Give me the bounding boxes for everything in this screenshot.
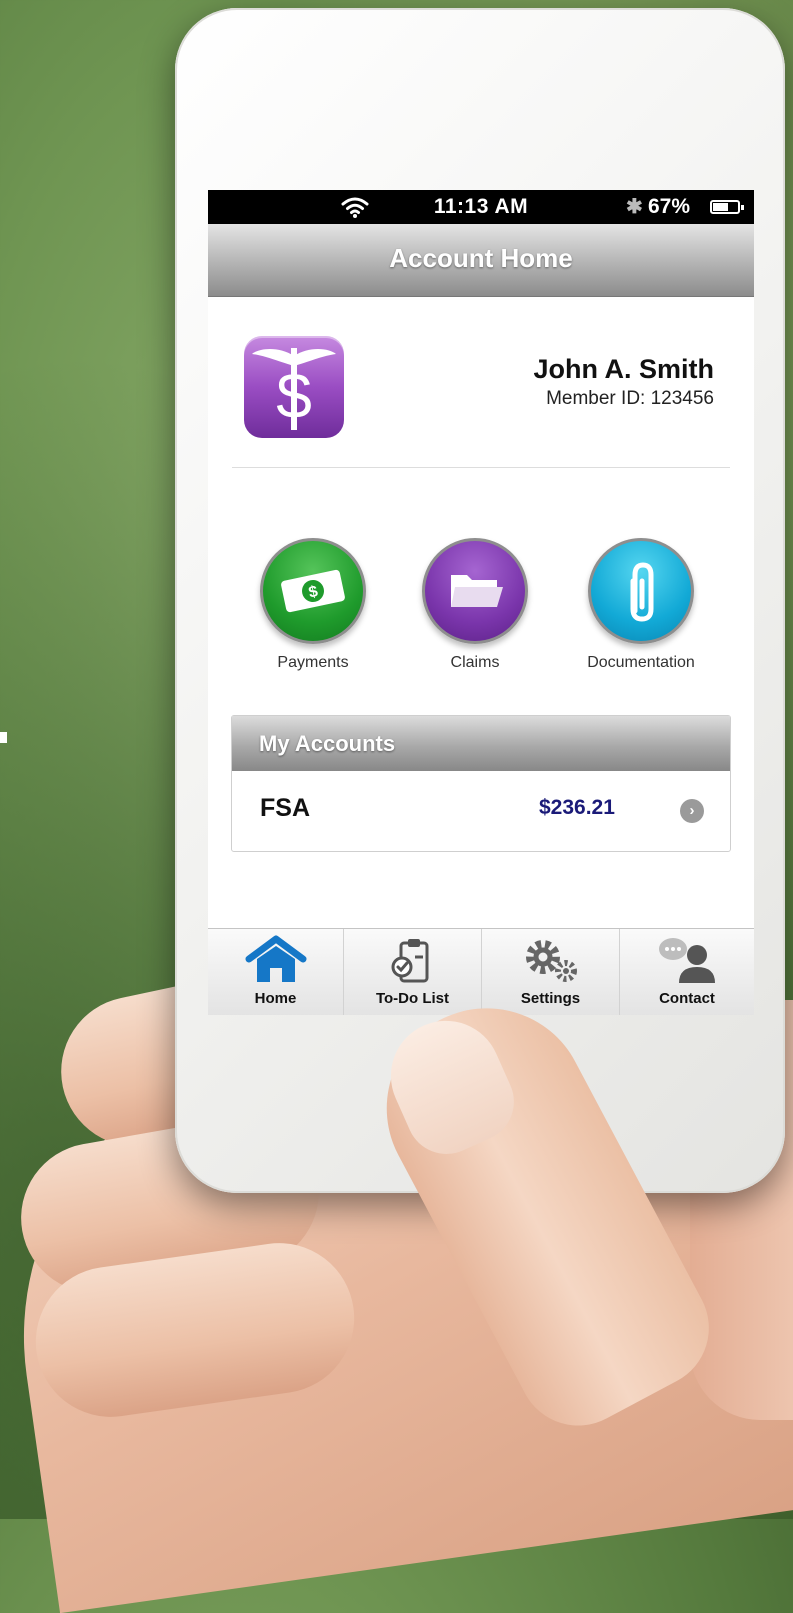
tab-bar: Home To-Do List Settings Contact [208,928,754,1015]
gear-icon [525,940,577,982]
clipboard-icon [391,939,428,983]
tab-todo-label: To-Do List [375,990,450,1007]
status-bar: 11:13 AM ✱ 67% [208,190,754,224]
tab-todo-list[interactable]: To-Do List [344,929,482,1015]
phone-screen: 11:13 AM ✱ 67% Account Home $ John A. Sm… [208,190,754,1015]
member-id: Member ID: 123456 [546,388,714,409]
edge-mark [0,732,7,743]
money-icon: $ [260,538,366,644]
claims-button[interactable]: Claims [400,538,550,672]
folder-icon [422,538,528,644]
svg-text:$: $ [276,360,312,432]
tab-settings-label: Settings [520,990,581,1007]
account-name: FSA [260,794,310,822]
page-title: Account Home [389,243,573,273]
profile-section: $ John A. Smith Member ID: 123456 [208,296,754,466]
member-name: John A. Smith [533,354,715,384]
payments-label: Payments [277,654,349,671]
tab-contact[interactable]: Contact [620,929,754,1015]
battery-icon [710,200,744,214]
documentation-label: Documentation [587,654,695,671]
bluetooth-icon: ✱ [626,196,643,218]
accounts-card: My Accounts FSA $236.21 › [231,715,731,852]
claims-label: Claims [450,654,500,671]
divider [232,467,730,468]
contact-icon [659,938,715,983]
battery-percent: 67% [648,195,691,218]
battery-fill [713,203,728,211]
tab-home-label: Home [254,990,297,1007]
nav-bar: Account Home [208,224,754,297]
payments-button[interactable]: $ Payments [238,538,388,672]
accounts-header: My Accounts [232,716,730,771]
account-balance: $236.21 [539,796,615,819]
tab-contact-label: Contact [659,990,715,1007]
documentation-button[interactable]: Documentation [566,538,716,672]
tab-home[interactable]: Home [208,929,344,1015]
account-row-fsa[interactable]: FSA $236.21 › [232,771,730,849]
caduceus-dollar-icon: $ [244,336,344,438]
chevron-right-icon[interactable]: › [680,799,704,823]
home-icon [245,935,306,982]
tab-settings[interactable]: Settings [482,929,620,1015]
paperclip-icon [588,538,694,644]
